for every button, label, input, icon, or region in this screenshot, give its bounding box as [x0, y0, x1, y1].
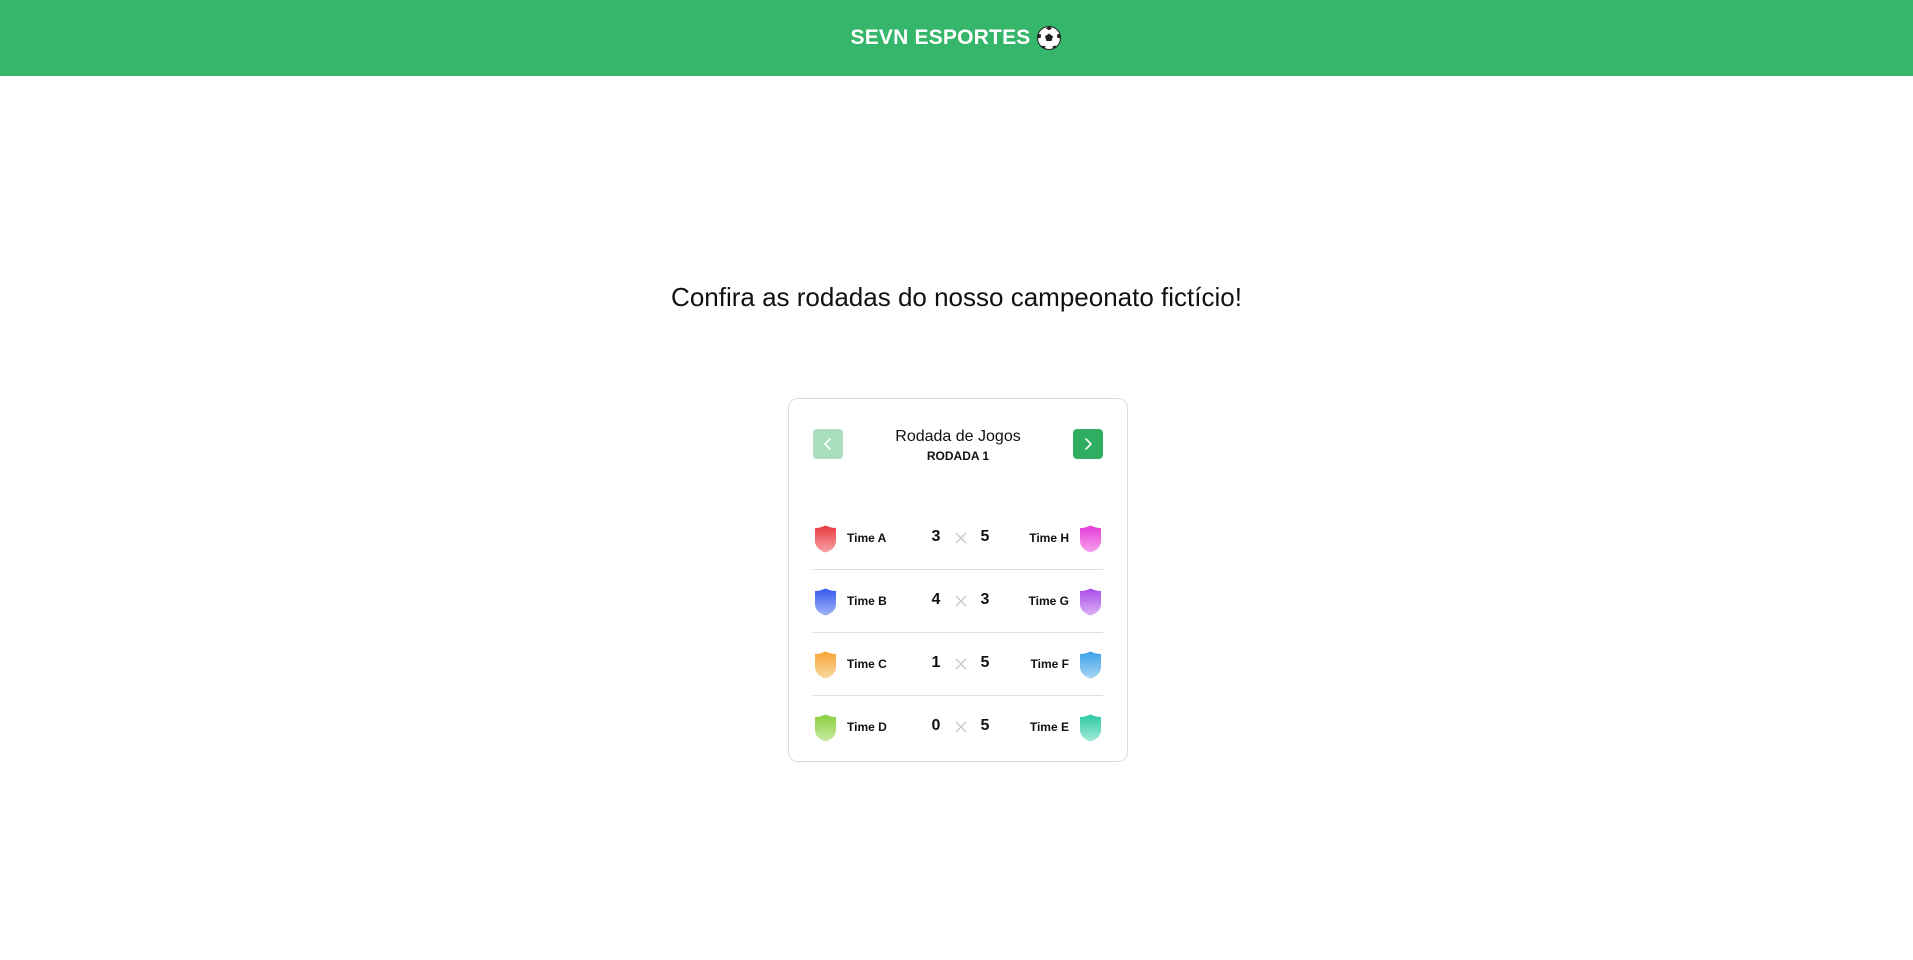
away-team-name: Time E	[1029, 720, 1069, 734]
away-team-score: 5	[980, 528, 990, 545]
round-label: RODADA 1	[926, 449, 990, 463]
home-team-score: 0	[931, 717, 941, 734]
home-team-name: Time D	[847, 720, 887, 734]
match-row: Time B 4 Time G 3	[813, 570, 1103, 633]
match-list: Time A 3 Time H 5 Time B 4 Time G 3 Time C 1 Time …	[813, 507, 1103, 759]
match-row: Time A 3 Time H 5	[813, 507, 1103, 570]
previous-round-button[interactable]	[813, 429, 843, 459]
home-team-name: Time C	[847, 657, 887, 671]
home-team-name: Time A	[847, 531, 887, 545]
away-team-score: 5	[980, 717, 990, 734]
round-card-title: Rodada de Jogos	[895, 428, 1021, 445]
soccer-ball-icon	[1037, 26, 1062, 50]
away-team-shield-icon	[1080, 651, 1101, 679]
away-team-name: Time F	[1030, 657, 1069, 671]
round-card-header: Rodada de Jogos RODADA 1	[813, 427, 1103, 464]
away-team-shield-icon	[1080, 714, 1101, 742]
away-team-shield-icon	[1080, 525, 1101, 553]
home-team-score: 1	[931, 654, 941, 671]
brand[interactable]: SEVN ESPORTES	[851, 25, 1063, 51]
next-round-button[interactable]	[1073, 429, 1103, 459]
home-team-score: 3	[931, 528, 941, 545]
home-team-shield-icon	[815, 651, 836, 679]
versus-x-icon	[955, 532, 967, 544]
away-team-shield-icon	[1080, 588, 1101, 616]
away-team-name: Time G	[1028, 594, 1069, 608]
home-team-shield-icon	[815, 525, 836, 553]
away-team-score: 3	[980, 591, 990, 608]
home-team-name: Time B	[847, 594, 887, 608]
home-team-shield-icon	[815, 714, 836, 742]
chevron-left-icon	[824, 438, 831, 450]
versus-x-icon	[955, 595, 967, 607]
top-bar: SEVN ESPORTES	[0, 0, 1913, 76]
versus-x-icon	[955, 721, 967, 733]
round-title-block: Rodada de Jogos RODADA 1	[853, 427, 1063, 464]
versus-x-icon	[955, 658, 967, 670]
away-team-score: 5	[980, 654, 990, 671]
home-team-score: 4	[931, 591, 941, 608]
chevron-right-icon	[1085, 438, 1092, 450]
page-headline: Confira as rodadas do nosso campeonato f…	[671, 282, 1242, 312]
match-row: Time D 0 Time E 5	[813, 696, 1103, 759]
home-team-shield-icon	[815, 588, 836, 616]
away-team-name: Time H	[1029, 531, 1069, 545]
brand-name: SEVN ESPORTES	[850, 26, 1031, 49]
round-card: Rodada de Jogos RODADA 1 Time A 3 Time H5T…	[788, 398, 1128, 762]
match-row: Time C 1 Time F 5	[813, 633, 1103, 696]
